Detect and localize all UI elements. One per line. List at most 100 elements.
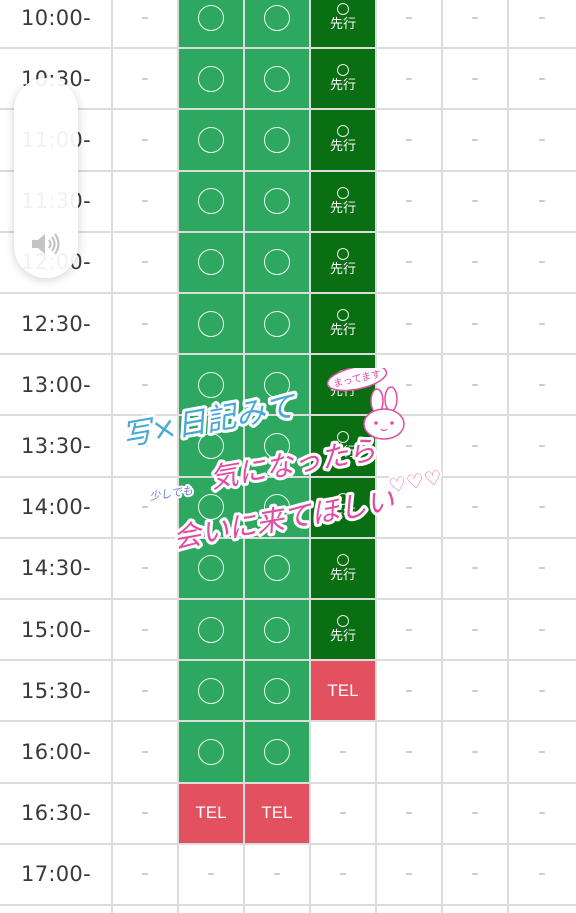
grid-row-divider bbox=[0, 842, 576, 845]
slot-available[interactable] bbox=[244, 109, 310, 171]
slot-advance-booking[interactable]: 先行 bbox=[310, 231, 376, 293]
bunny-icon bbox=[363, 386, 405, 440]
slot-available[interactable] bbox=[244, 231, 310, 293]
slot-advance-booking[interactable]: 先行 bbox=[310, 48, 376, 110]
slot-available[interactable] bbox=[178, 599, 244, 661]
slot-available[interactable] bbox=[244, 660, 310, 722]
speaker-volume-icon bbox=[32, 233, 60, 255]
circle-mark-icon bbox=[264, 126, 290, 153]
slot-unavailable: – bbox=[471, 193, 479, 210]
slot-advance-booking[interactable]: 先行 bbox=[310, 293, 376, 355]
slot-unavailable: – bbox=[405, 621, 413, 638]
slot-unavailable: – bbox=[207, 866, 215, 883]
slot-unavailable: – bbox=[471, 621, 479, 638]
tel-label: TEL bbox=[195, 803, 227, 823]
time-slot-label: 16:00- bbox=[21, 739, 91, 764]
slot-available[interactable] bbox=[178, 660, 244, 722]
slot-available[interactable] bbox=[244, 170, 310, 232]
slot-available[interactable] bbox=[178, 48, 244, 110]
slot-available[interactable] bbox=[244, 599, 310, 661]
advance-label: 先行 bbox=[329, 261, 356, 277]
time-slot-label: 14:00- bbox=[21, 495, 91, 520]
slot-unavailable: – bbox=[538, 437, 546, 454]
time-slot-label: 12:30- bbox=[21, 311, 91, 336]
slot-unavailable: – bbox=[471, 254, 479, 271]
sticker-line3: 会いに来てほしい bbox=[170, 483, 396, 554]
time-slot-label: 13:30- bbox=[21, 433, 91, 458]
slot-unavailable: – bbox=[538, 9, 546, 26]
sticker-line2: 気になったら bbox=[207, 433, 378, 495]
circle-mark-icon bbox=[337, 615, 349, 628]
grid-row-divider bbox=[0, 292, 576, 294]
circle-mark-icon bbox=[337, 3, 349, 16]
slot-available[interactable] bbox=[178, 109, 244, 171]
grid-column-divider bbox=[507, 0, 509, 913]
slot-available[interactable] bbox=[178, 231, 244, 293]
grid-row-divider bbox=[0, 598, 576, 600]
advance-label: 先行 bbox=[329, 629, 356, 645]
slot-unavailable: – bbox=[405, 805, 413, 822]
slot-unavailable: – bbox=[471, 682, 479, 699]
diary-sticker: 写×日記みて 少しでも 気になったら 会いに来てほしい ♡♡♡ まってます bbox=[120, 368, 446, 558]
slot-unavailable: – bbox=[405, 70, 413, 87]
circle-mark-icon bbox=[264, 677, 290, 704]
grid-row-divider bbox=[0, 904, 576, 906]
circle-mark-icon bbox=[264, 249, 290, 276]
slot-unavailable: – bbox=[141, 621, 149, 638]
slot-unavailable: – bbox=[141, 315, 149, 332]
slot-unavailable: – bbox=[141, 254, 149, 271]
slot-unavailable: – bbox=[405, 254, 413, 271]
grid-row-divider bbox=[0, 169, 576, 172]
slot-tel[interactable]: TEL bbox=[244, 782, 310, 844]
circle-mark-icon bbox=[198, 188, 224, 215]
time-slot-label: 13:00- bbox=[21, 372, 91, 397]
grid-row-divider bbox=[0, 47, 576, 50]
slot-unavailable: – bbox=[405, 9, 413, 26]
slot-unavailable: – bbox=[405, 743, 413, 760]
time-slot-label: 10:00- bbox=[21, 5, 91, 30]
slot-available[interactable] bbox=[178, 0, 244, 49]
circle-mark-icon bbox=[198, 126, 224, 153]
circle-mark-icon bbox=[264, 616, 290, 643]
slot-advance-booking[interactable]: 先行 bbox=[310, 170, 376, 232]
slot-advance-booking[interactable]: 先行 bbox=[310, 109, 376, 171]
slot-available[interactable] bbox=[244, 721, 310, 783]
slot-unavailable: – bbox=[471, 9, 479, 26]
slot-unavailable: – bbox=[141, 805, 149, 822]
time-slot-label: 14:30- bbox=[21, 556, 91, 581]
slot-available[interactable] bbox=[244, 48, 310, 110]
slot-unavailable: – bbox=[471, 743, 479, 760]
slot-tel[interactable]: TEL bbox=[178, 782, 244, 844]
slot-available[interactable] bbox=[244, 0, 310, 49]
sticker-line1: 写×日記みて bbox=[120, 389, 300, 454]
slot-available[interactable] bbox=[178, 721, 244, 783]
circle-mark-icon bbox=[264, 310, 290, 337]
slot-advance-booking[interactable]: 先行 bbox=[310, 599, 376, 661]
circle-mark-icon bbox=[264, 188, 290, 215]
slot-unavailable: – bbox=[538, 560, 546, 577]
slot-unavailable: – bbox=[471, 866, 479, 883]
time-slot-label: 16:30- bbox=[21, 801, 91, 826]
slot-available[interactable] bbox=[178, 293, 244, 355]
slot-unavailable: – bbox=[141, 131, 149, 148]
circle-mark-icon bbox=[337, 186, 349, 199]
slot-unavailable: – bbox=[538, 682, 546, 699]
slot-unavailable: – bbox=[538, 376, 546, 393]
slot-unavailable: – bbox=[538, 70, 546, 87]
time-slot-label: 15:30- bbox=[21, 678, 91, 703]
time-slot-label: 15:00- bbox=[21, 617, 91, 642]
slot-advance-booking[interactable]: 先行 bbox=[310, 0, 376, 49]
circle-mark-icon bbox=[337, 309, 349, 322]
slot-available[interactable] bbox=[244, 293, 310, 355]
slot-available[interactable] bbox=[178, 170, 244, 232]
circle-mark-icon bbox=[337, 247, 349, 260]
circle-mark-icon bbox=[337, 125, 349, 138]
grid-column-divider bbox=[111, 0, 113, 913]
slot-unavailable: – bbox=[405, 866, 413, 883]
grid-row-divider bbox=[0, 781, 576, 784]
slot-tel[interactable]: TEL bbox=[310, 660, 376, 722]
slot-unavailable: – bbox=[538, 193, 546, 210]
slot-unavailable: – bbox=[538, 315, 546, 332]
circle-mark-icon bbox=[198, 4, 224, 31]
advance-label: 先行 bbox=[329, 139, 356, 155]
